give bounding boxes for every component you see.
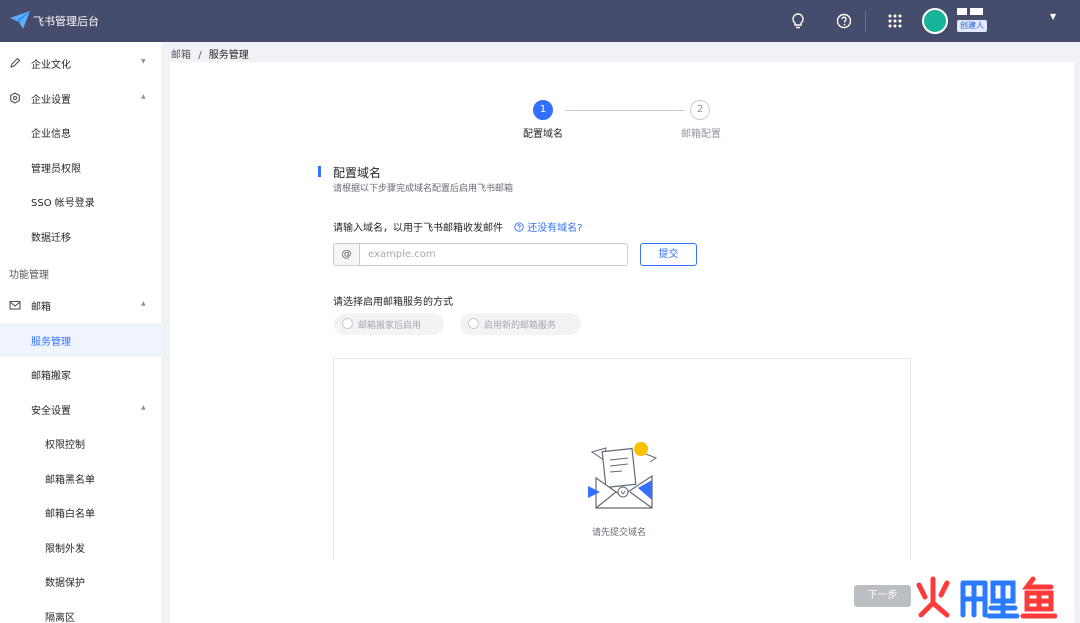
radio-circle-icon [342, 318, 353, 329]
next-step-button[interactable]: 下一步 [854, 585, 911, 607]
sidebar-item-label: 数据迁移 [31, 233, 71, 244]
step-connector [565, 110, 685, 111]
pencil-icon [10, 57, 21, 68]
chevron-down-icon: ▼ [141, 58, 146, 65]
sidebar-item-culture[interactable]: 企业文化 ▼ [0, 46, 161, 80]
sidebar-item-admin-permissions[interactable]: 管理员权限 [0, 150, 161, 184]
top-bar: 飞书管理后台 创建人 ▼ [0, 0, 1080, 42]
sidebar-item-company-info[interactable]: 企业信息 [0, 115, 161, 149]
method-label: 请选择启用邮箱服务的方式 [333, 297, 453, 308]
mail-envelope-illustration-icon [588, 442, 658, 509]
chevron-up-icon: ▲ [141, 93, 146, 100]
watermark-logo [916, 576, 1057, 619]
sidebar-item-data-migration[interactable]: 数据迁移 [0, 219, 161, 253]
breadcrumb-parent[interactable]: 邮箱 [171, 50, 191, 61]
app-grid-icon[interactable] [885, 11, 905, 31]
sidebar-item-label: 企业信息 [31, 129, 71, 140]
gear-icon [10, 92, 20, 104]
sidebar-item-label: 权限控制 [45, 440, 85, 451]
section-label-features: 功能管理 [9, 270, 49, 281]
sidebar-item-data-protection[interactable]: 数据保护 [0, 564, 161, 598]
sidebar-item-mail-migration[interactable]: 邮箱搬家 [0, 357, 161, 391]
bulb-icon[interactable] [788, 11, 808, 31]
sidebar-item-settings[interactable]: 企业设置 ▲ [0, 81, 161, 115]
sidebar-item-label: 企业文化 [31, 60, 71, 71]
app-title: 飞书管理后台 [33, 15, 99, 28]
sidebar-item-label: 邮箱搬家 [31, 371, 71, 382]
option-label: 启用新的邮箱服务 [484, 321, 557, 331]
domain-input[interactable] [359, 243, 628, 266]
sidebar-item-label: 邮箱 [31, 302, 51, 313]
option-label: 邮箱搬家后启用 [358, 321, 422, 331]
sidebar-item-whitelist[interactable]: 邮箱白名单 [0, 495, 161, 529]
help-icon[interactable] [834, 11, 854, 31]
sidebar-item-label: 数据保护 [45, 578, 85, 589]
sidebar-item-security-settings[interactable]: 安全设置 ▲ [0, 392, 161, 426]
sidebar-item-label: 隔离区 [45, 613, 75, 623]
sidebar-item-label: 限制外发 [45, 544, 85, 555]
section-description: 请根据以下步骤完成域名配置后启用飞书邮箱 [333, 184, 514, 194]
step-2-circle: 2 [690, 100, 710, 120]
at-prefix: @ [333, 243, 359, 266]
radio-circle-icon [468, 318, 479, 329]
chevron-up-icon: ▲ [141, 300, 146, 307]
chevron-up-icon: ▲ [141, 404, 146, 411]
help-circle-icon [514, 222, 524, 232]
sidebar-item-outbound-limit[interactable]: 限制外发 [0, 530, 161, 564]
no-domain-help-link[interactable]: 还没有域名? [514, 219, 583, 234]
user-name-blurred [957, 8, 983, 15]
step-1-circle: 1 [533, 100, 553, 120]
sidebar-item-blacklist[interactable]: 邮箱黑名单 [0, 461, 161, 495]
option-new-mail-service[interactable]: 启用新的邮箱服务 [460, 313, 581, 335]
submit-button[interactable]: 提交 [640, 243, 697, 266]
avatar[interactable] [922, 8, 948, 34]
sidebar-item-label: 管理员权限 [31, 164, 81, 175]
sidebar-item-label: SSO 帐号登录 [31, 198, 95, 209]
sidebar-item-label: 服务管理 [31, 337, 71, 348]
sidebar-item-quarantine[interactable]: 隔离区 [0, 599, 161, 623]
help-link-text: 还没有域名? [527, 223, 583, 234]
step-2-label: 邮箱配置 [681, 129, 721, 140]
section-accent-bar [318, 166, 321, 177]
sidebar-item-sso[interactable]: SSO 帐号登录 [0, 184, 161, 218]
sidebar-item-label: 安全设置 [31, 406, 71, 417]
mail-icon [9, 300, 21, 310]
step-1-label: 配置域名 [523, 129, 563, 140]
sidebar: 企业文化 ▼ 企业设置 ▲ 企业信息 管理员权限 SSO 帐号登录 数据迁移 功… [0, 42, 161, 623]
option-migrate-then-enable[interactable]: 邮箱搬家后启用 [334, 313, 444, 335]
sidebar-item-label: 邮箱白名单 [45, 509, 95, 520]
empty-state-text: 请先提交域名 [592, 528, 647, 538]
section-title: 配置域名 [333, 166, 382, 180]
role-badge: 创建人 [957, 20, 987, 32]
domain-field-label: 请输入域名，以用于飞书邮箱收发邮件 [333, 223, 503, 234]
sidebar-item-service-management[interactable]: 服务管理 [0, 323, 161, 357]
sidebar-item-access-control[interactable]: 权限控制 [0, 426, 161, 460]
breadcrumb-current: 服务管理 [208, 50, 249, 61]
sidebar-item-label: 邮箱黑名单 [45, 475, 95, 486]
caret-down-icon[interactable]: ▼ [1050, 12, 1056, 21]
breadcrumb-separator: / [198, 50, 202, 61]
breadcrumb: 邮箱 / 服务管理 [171, 46, 249, 61]
lark-logo-icon [10, 11, 30, 29]
sidebar-item-label: 企业设置 [31, 95, 71, 106]
toolbar-divider [865, 11, 866, 32]
sidebar-item-mail[interactable]: 邮箱 ▲ [0, 288, 161, 322]
